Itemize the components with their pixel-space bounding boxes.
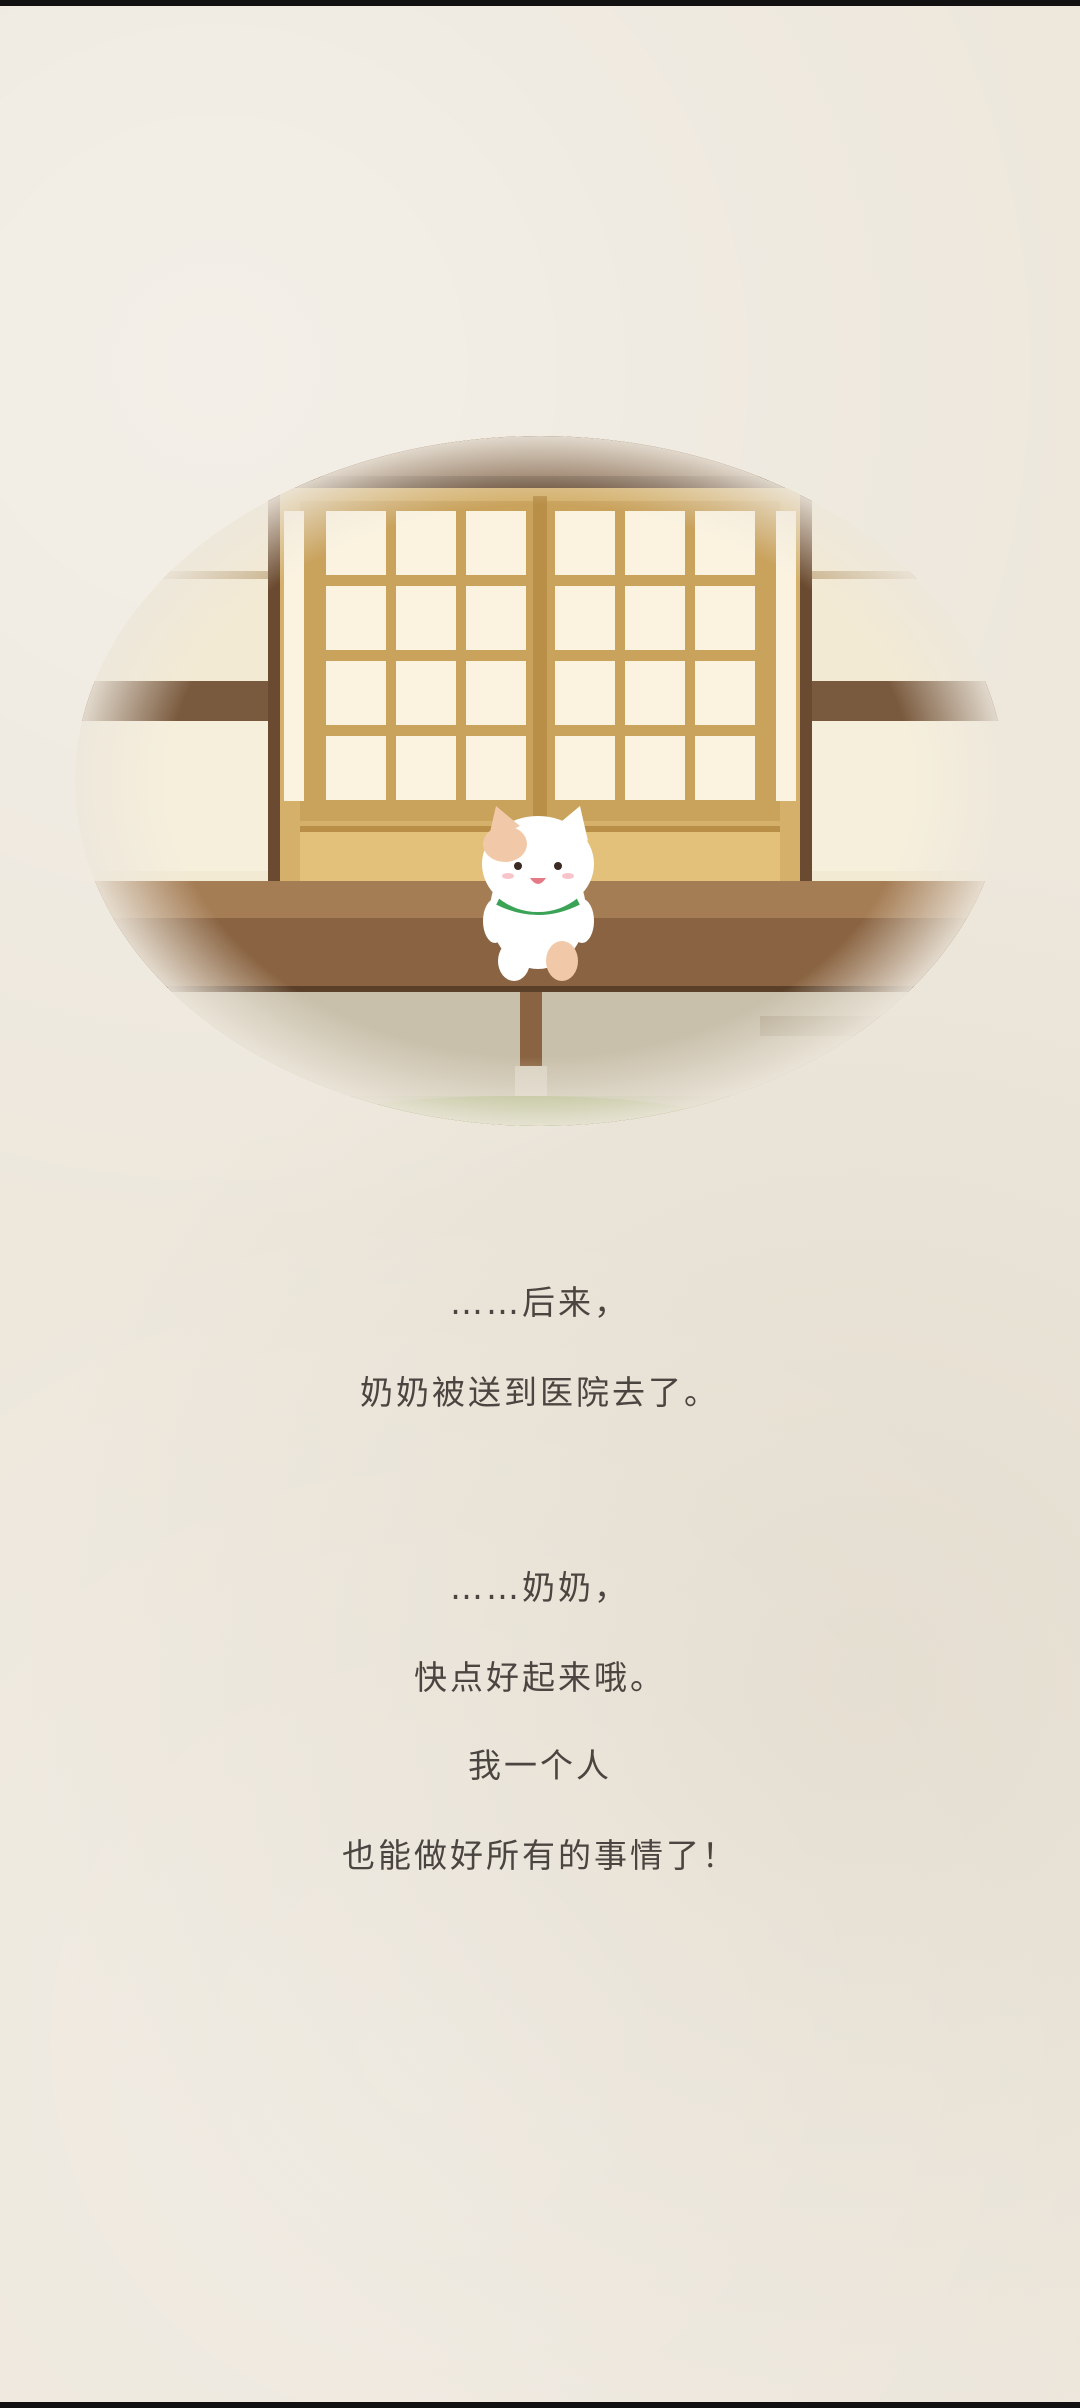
story-illustration	[75, 436, 1005, 1126]
story-line: ……奶奶，	[450, 1568, 630, 1607]
story-line: 我一个人	[468, 1746, 612, 1785]
story-line: 快点好起来哦。	[414, 1658, 666, 1697]
navigation-bar	[0, 2402, 1080, 2408]
story-line: ……后来，	[450, 1283, 630, 1322]
story-line: 奶奶被送到医院去了。	[360, 1373, 720, 1412]
story-line: 也能做好所有的事情了！	[342, 1836, 738, 1875]
story-page[interactable]: ……后来， 奶奶被送到医院去了。 ……奶奶， 快点好起来哦。 我一个人 也能做好…	[0, 6, 1080, 2402]
